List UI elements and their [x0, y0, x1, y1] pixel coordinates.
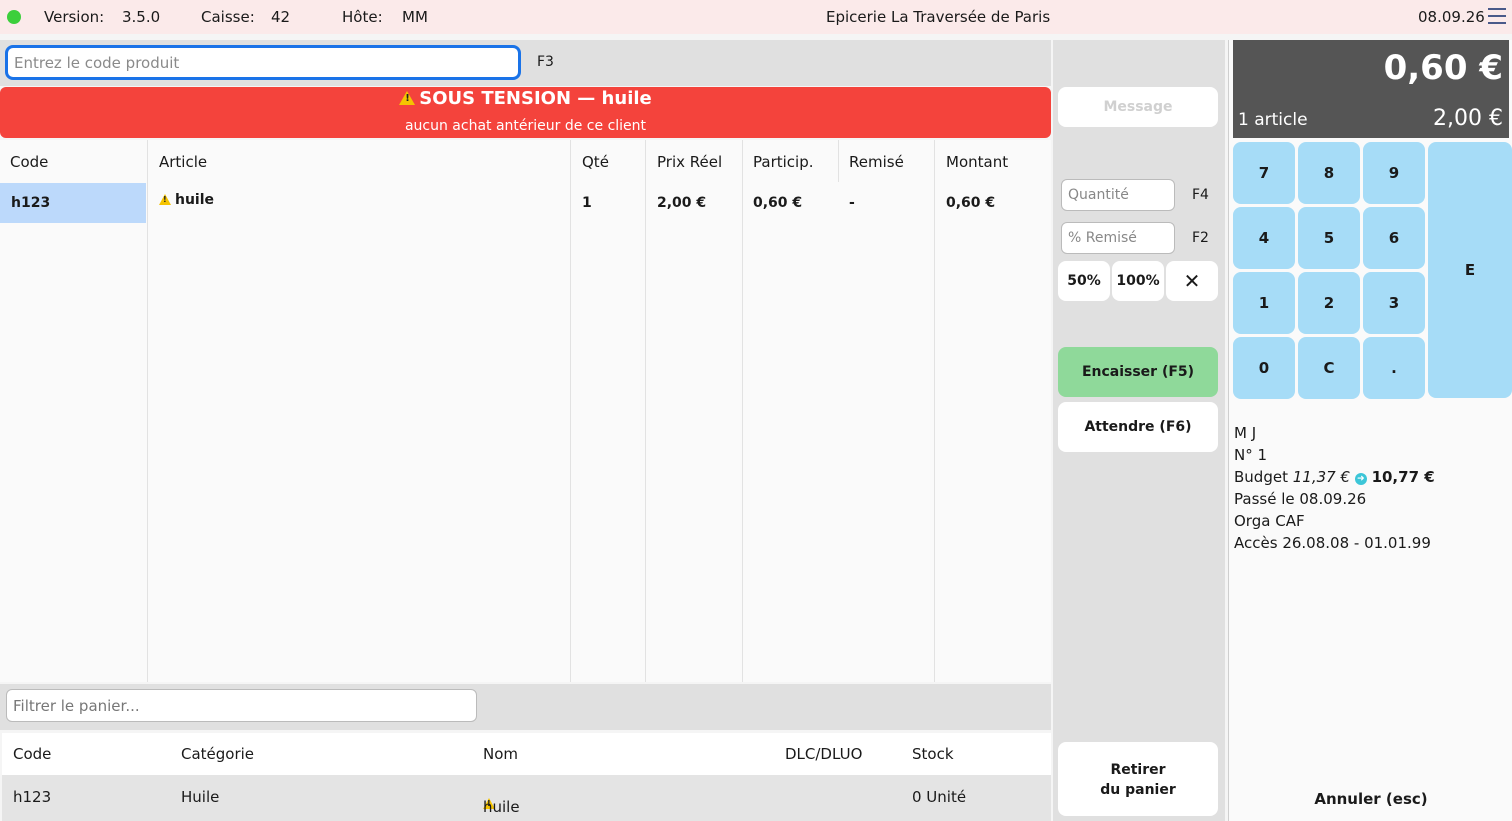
- real-total: 2,00 €: [1433, 106, 1503, 131]
- cart-row-qty[interactable]: 1: [582, 195, 592, 211]
- code-shortcut-label: F3: [537, 54, 554, 70]
- cart-row-real-price[interactable]: 2,00 €: [657, 195, 706, 211]
- cart-table: Code Article Qté Prix Réel Particip. Rem…: [0, 140, 1051, 682]
- keypad-9[interactable]: 9: [1363, 142, 1425, 204]
- col-header-code[interactable]: Code: [10, 153, 48, 171]
- client-number: N° 1: [1234, 446, 1268, 464]
- keypad-enter[interactable]: E: [1428, 142, 1512, 398]
- stock-header-code[interactable]: Code: [13, 745, 51, 763]
- discount-100-button[interactable]: 100%: [1112, 261, 1164, 301]
- total-display: 0,60 € 1 article 2,00 €: [1233, 40, 1509, 138]
- product-code-input[interactable]: [5, 45, 521, 80]
- stock-table: Code Catégorie Nom DLC/DLUO Stock h123 H…: [2, 733, 1051, 821]
- host-value: MM: [402, 8, 428, 26]
- keypad-1[interactable]: 1: [1233, 272, 1295, 334]
- client-access: Accès 26.08.08 - 01.01.99: [1234, 534, 1431, 552]
- discount-shortcut-label: F2: [1192, 230, 1209, 246]
- warning-icon: [399, 91, 416, 105]
- quantity-shortcut-label: F4: [1192, 187, 1209, 203]
- cart-row-amount[interactable]: 0,60 €: [946, 195, 995, 211]
- discount-input[interactable]: [1061, 222, 1175, 254]
- register-value: 42: [271, 8, 291, 26]
- keypad-decimal[interactable]: .: [1363, 337, 1425, 399]
- line-controls-panel: Message F4 F2 50% 100% ✕ Encaisser (F5) …: [1053, 40, 1225, 821]
- remove-from-cart-button[interactable]: Retirer du panier: [1058, 742, 1218, 816]
- col-header-qty[interactable]: Qté: [582, 153, 609, 171]
- cart-row-code[interactable]: h123: [11, 195, 50, 211]
- stock-row-code: h123: [13, 788, 52, 806]
- cart-row-article[interactable]: huile: [159, 192, 214, 208]
- version-value: 3.5.0: [122, 8, 161, 26]
- client-budget: Budget 11,37 € ➜ 10,77 €: [1234, 468, 1435, 486]
- stock-header-dlc[interactable]: DLC/DLUO: [785, 745, 862, 763]
- col-header-particip[interactable]: Particip.: [753, 153, 813, 171]
- status-bar: Version: 3.5.0 Caisse: 42 Hôte: MM Epice…: [0, 0, 1512, 34]
- cart-filter-input[interactable]: [6, 689, 477, 722]
- col-header-article[interactable]: Article: [159, 153, 207, 171]
- host-label: Hôte:: [342, 8, 383, 26]
- total-amount: 0,60 €: [1383, 48, 1503, 88]
- keypad-2[interactable]: 2: [1298, 272, 1360, 334]
- col-header-discount[interactable]: Remisé: [849, 153, 904, 171]
- stock-row-category: Huile: [181, 788, 220, 806]
- col-header-amount[interactable]: Montant: [946, 153, 1008, 171]
- col-header-real-price[interactable]: Prix Réel: [657, 153, 722, 171]
- alert-subtitle: aucun achat antérieur de ce client: [404, 118, 647, 134]
- keypad-6[interactable]: 6: [1363, 207, 1425, 269]
- stock-header-category[interactable]: Catégorie: [181, 745, 254, 763]
- cart-filter-bar: [0, 684, 1051, 730]
- code-entry-bar: F3: [0, 40, 1051, 86]
- hamburger-menu-icon[interactable]: [1488, 8, 1506, 24]
- client-name: M J: [1234, 424, 1257, 442]
- checkout-button[interactable]: Encaisser (F5): [1058, 347, 1218, 397]
- cart-row-particip[interactable]: 0,60 €: [753, 195, 802, 211]
- quantity-input[interactable]: [1061, 179, 1175, 211]
- keypad-4[interactable]: 4: [1233, 207, 1295, 269]
- arrow-right-icon: ➜: [1354, 473, 1367, 485]
- keypad-3[interactable]: 3: [1363, 272, 1425, 334]
- clear-discount-button[interactable]: ✕: [1166, 261, 1218, 301]
- online-status-icon: [7, 10, 21, 24]
- stock-row-stock: 0 Unité: [912, 788, 967, 806]
- discount-50-button[interactable]: 50%: [1058, 261, 1110, 301]
- keypad-clear[interactable]: C: [1298, 337, 1360, 399]
- tension-alert-banner: SOUS TENSION — huile aucun achat antérie…: [0, 87, 1051, 138]
- client-organisation: Orga CAF: [1234, 512, 1305, 530]
- client-last-visit: Passé le 08.09.26: [1234, 490, 1367, 508]
- stock-header-name[interactable]: Nom: [483, 745, 518, 763]
- keypad-0[interactable]: 0: [1233, 337, 1295, 399]
- version-label: Version:: [44, 8, 105, 26]
- article-count: 1 article: [1238, 110, 1308, 130]
- keypad-8[interactable]: 8: [1298, 142, 1360, 204]
- warning-icon: [159, 194, 171, 205]
- cart-row-discount[interactable]: -: [849, 195, 855, 211]
- stock-row[interactable]: h123 Huile huile 0 Unité: [2, 775, 1051, 821]
- stock-header-stock[interactable]: Stock: [912, 745, 954, 763]
- register-label: Caisse:: [201, 8, 255, 26]
- message-button[interactable]: Message: [1058, 87, 1218, 127]
- keypad-5[interactable]: 5: [1298, 207, 1360, 269]
- hold-button[interactable]: Attendre (F6): [1058, 402, 1218, 452]
- shop-name: Epicerie La Traversée de Paris: [826, 8, 1051, 26]
- keypad-7[interactable]: 7: [1233, 142, 1295, 204]
- totals-panel: 0,60 € 1 article 2,00 € 7 8 9 4 5 6 1 2 …: [1228, 40, 1512, 821]
- current-date: 08.09.26: [1418, 8, 1485, 26]
- cancel-button[interactable]: Annuler (esc): [1229, 790, 1512, 808]
- alert-title: SOUS TENSION — huile: [419, 88, 652, 109]
